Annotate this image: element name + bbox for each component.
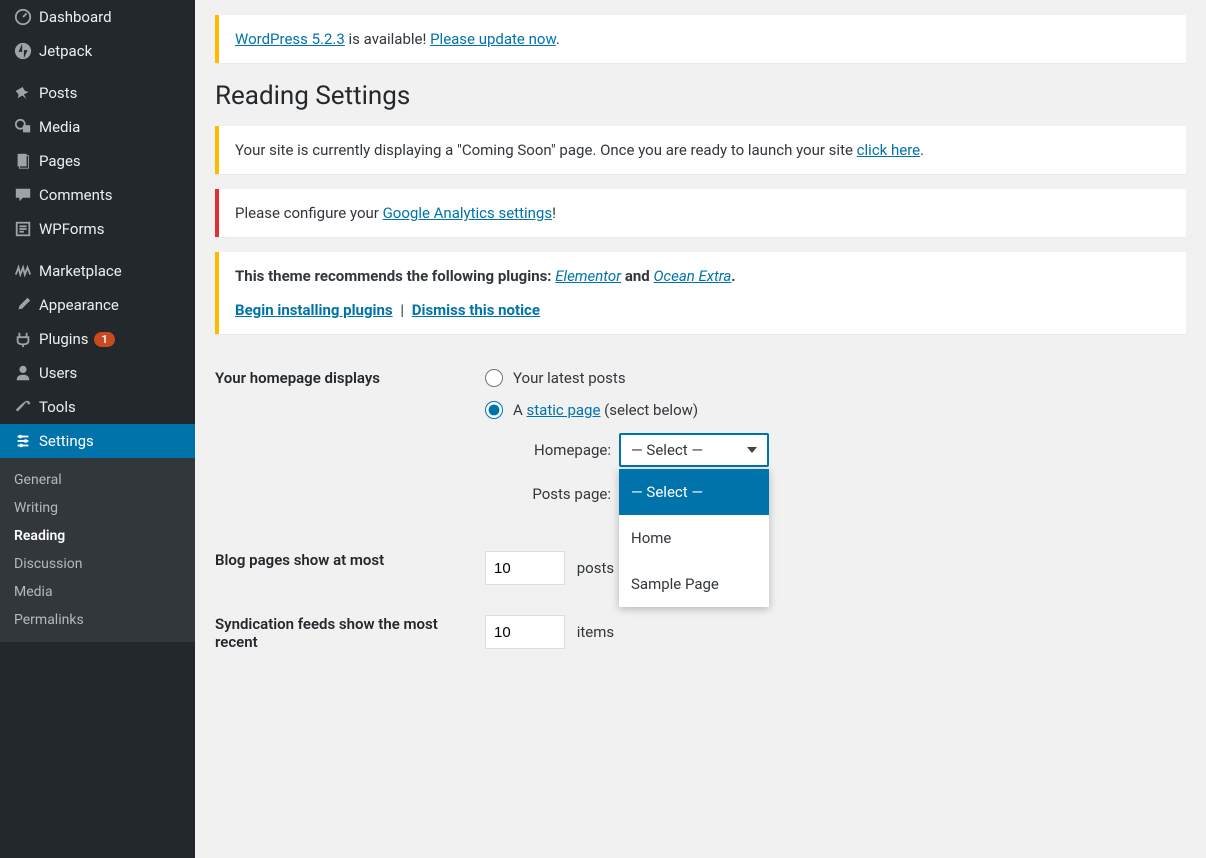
select-option[interactable]: Sample Page [619,561,769,607]
notice-text: . [731,267,735,285]
submenu-item-writing[interactable]: Writing [0,494,195,522]
comment-icon [10,186,35,204]
select-option[interactable]: — Select — [619,469,769,515]
notice-text: This theme recommends the following plug… [235,267,555,285]
sidebar-label: Users [35,364,77,382]
submenu-item-permalinks[interactable]: Permalinks [0,606,195,634]
syndication-input[interactable] [485,615,565,649]
radio-static-page[interactable]: A static page (select below) [485,401,1186,419]
posts-page-select-label: Posts page: [509,485,619,503]
notice-text: Your site is currently displaying a "Com… [235,141,857,159]
homepage-select-dropdown: — Select — Home Sample Page [619,469,769,607]
settings-form: Your homepage displays Your latest posts… [215,354,1186,666]
blog-pages-suffix: posts [577,559,614,577]
radio-label: Your latest posts [513,369,626,387]
sidebar-item-settings[interactable]: Settings [0,424,195,458]
dismiss-notice-link[interactable]: Dismiss this notice [412,301,540,319]
sidebar-label: WPForms [35,220,104,238]
syndication-label: Syndication feeds show the most recent [215,615,485,651]
plugin-link-elementor[interactable]: Elementor [555,267,621,285]
settings-icon [10,432,35,450]
sidebar-item-pages[interactable]: Pages [0,144,195,178]
submenu-item-general[interactable]: General [0,466,195,494]
update-notice: WordPress 5.2.3 is available! Please upd… [215,15,1186,63]
sidebar-item-tools[interactable]: Tools [0,390,195,424]
chevron-down-icon [747,447,757,453]
marketplace-icon [10,262,35,280]
page-title: Reading Settings [215,81,1186,111]
sidebar-label: Comments [35,186,113,204]
sidebar-item-jetpack[interactable]: Jetpack [0,34,195,68]
admin-sidebar: Dashboard Jetpack Posts Media Pages Comm… [0,0,195,858]
sidebar-item-marketplace[interactable]: Marketplace [0,254,195,288]
plugin-link-ocean-extra[interactable]: Ocean Extra [653,267,731,285]
homepage-displays-label: Your homepage displays [215,369,485,387]
sidebar-label: Posts [35,84,77,102]
dashboard-icon [10,8,35,26]
wordpress-version-link[interactable]: WordPress 5.2.3 [235,30,345,48]
sidebar-item-wpforms[interactable]: WPForms [0,212,195,246]
radio-static-page-input[interactable] [485,401,503,419]
radio-latest-posts[interactable]: Your latest posts [485,369,1186,387]
notice-text: . [556,30,560,48]
submenu-item-media[interactable]: Media [0,578,195,606]
settings-submenu: General Writing Reading Discussion Media… [0,458,195,642]
jetpack-icon [10,42,35,60]
media-icon [10,118,35,136]
pin-icon [10,84,35,102]
google-analytics-notice: Please configure your Google Analytics s… [215,189,1186,237]
radio-latest-posts-input[interactable] [485,369,503,387]
radio-label-pre: A [513,401,527,419]
select-value: — Select — [631,441,703,459]
notice-text: is available! [345,30,430,48]
submenu-item-discussion[interactable]: Discussion [0,550,195,578]
syndication-suffix: items [577,623,614,641]
sidebar-item-plugins[interactable]: Plugins 1 [0,322,195,356]
sidebar-label: Jetpack [35,42,92,60]
select-option[interactable]: Home [619,515,769,561]
sidebar-label: Tools [35,398,76,416]
begin-installing-link[interactable]: Begin installing plugins [235,301,393,319]
homepage-select-label: Homepage: [509,441,619,459]
google-analytics-link[interactable]: Google Analytics settings [383,204,553,222]
theme-plugins-notice: This theme recommends the following plug… [215,252,1186,334]
notice-text: and [621,267,653,285]
homepage-select[interactable]: — Select — — Select — Home Sample Page [619,433,769,467]
notice-text: . [920,141,924,159]
page-icon [10,152,35,170]
homepage-select-trigger[interactable]: — Select — [619,433,769,467]
notice-text: ! [552,204,556,222]
wrench-icon [10,398,35,416]
notice-text: Please configure your [235,204,383,222]
form-icon [10,220,35,238]
sidebar-label: Marketplace [35,262,122,280]
static-page-link[interactable]: static page [527,401,601,419]
sidebar-item-media[interactable]: Media [0,110,195,144]
update-now-link[interactable]: Please update now [430,30,556,48]
sidebar-label: Plugins [35,330,88,348]
sidebar-item-comments[interactable]: Comments [0,178,195,212]
user-icon [10,364,35,382]
blog-pages-input[interactable] [485,551,565,585]
sidebar-item-posts[interactable]: Posts [0,76,195,110]
radio-label-post: (select below) [600,401,698,419]
sidebar-label: Appearance [35,296,119,314]
brush-icon [10,296,35,314]
sidebar-item-appearance[interactable]: Appearance [0,288,195,322]
sidebar-item-dashboard[interactable]: Dashboard [0,0,195,34]
plugin-icon [10,330,35,348]
sidebar-item-users[interactable]: Users [0,356,195,390]
sidebar-label: Settings [35,432,94,450]
sidebar-label: Pages [35,152,81,170]
sidebar-label: Dashboard [35,8,112,26]
coming-soon-notice: Your site is currently displaying a "Com… [215,126,1186,174]
main-content: WordPress 5.2.3 is available! Please upd… [195,15,1206,706]
plugin-update-badge: 1 [94,332,114,347]
sidebar-label: Media [35,118,80,136]
blog-pages-label: Blog pages show at most [215,551,485,569]
launch-site-link[interactable]: click here [857,141,920,159]
submenu-item-reading[interactable]: Reading [0,522,195,550]
